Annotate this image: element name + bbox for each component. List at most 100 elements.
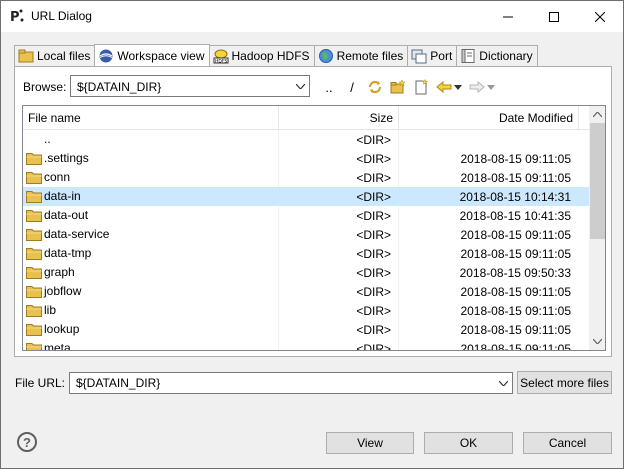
- date-modified-cell: 2018-08-15 09:11:05: [460, 323, 571, 337]
- file-name-cell: data-service: [26, 227, 109, 241]
- hdfs-icon: HDFS: [213, 49, 229, 64]
- file-size-cell: <DIR>: [356, 190, 391, 204]
- folder-icon: [26, 210, 42, 222]
- forward-arrow-icon: [469, 80, 485, 94]
- file-name-cell: .settings: [26, 151, 89, 165]
- table-header: File name Size Date Modified: [23, 106, 589, 130]
- table-row[interactable]: .. <DIR>: [23, 130, 589, 149]
- vertical-scrollbar[interactable]: [589, 106, 605, 350]
- folder-icon: [26, 153, 42, 165]
- file-name: graph: [44, 265, 75, 279]
- date-modified-cell: 2018-08-15 10:41:35: [459, 209, 571, 223]
- date-modified-cell: 2018-08-15 09:11:05: [460, 342, 571, 351]
- cancel-button[interactable]: Cancel: [523, 432, 612, 454]
- scrollbar-thumb[interactable]: [590, 123, 605, 239]
- file-name: conn: [44, 170, 71, 184]
- new-file-button[interactable]: [412, 78, 430, 96]
- scroll-down-icon[interactable]: [589, 333, 605, 350]
- date-modified-cell: 2018-08-15 09:50:33: [459, 266, 571, 280]
- back-history-dropdown[interactable]: [453, 78, 463, 96]
- close-button[interactable]: [577, 1, 623, 32]
- minimize-button[interactable]: [485, 1, 531, 32]
- table-row[interactable]: data-tmp <DIR> 2018-08-15 09:11:05: [23, 244, 589, 263]
- view-button[interactable]: View: [326, 432, 414, 454]
- root-dir-button[interactable]: /: [343, 78, 361, 96]
- file-name: data-in: [44, 189, 81, 203]
- table-row[interactable]: lookup <DIR> 2018-08-15 09:11:05: [23, 320, 589, 339]
- file-name: ..: [44, 132, 51, 146]
- file-size-cell: <DIR>: [356, 247, 391, 261]
- back-arrow-icon: [436, 80, 452, 94]
- date-modified-cell: 2018-08-15 09:11:05: [460, 228, 571, 242]
- forward-button[interactable]: [468, 78, 486, 96]
- file-name-cell: data-tmp: [26, 246, 91, 260]
- file-size-cell: <DIR>: [356, 171, 391, 185]
- back-button[interactable]: [435, 78, 453, 96]
- tab-local-files[interactable]: Local files: [14, 45, 96, 66]
- folder-icon: [26, 191, 42, 203]
- tab-hadoop-hdfs[interactable]: HDFS Hadoop HDFS: [208, 45, 315, 66]
- svg-text:P: P: [10, 10, 20, 24]
- folder-icon: [26, 229, 42, 241]
- file-url-label: File URL:: [15, 376, 66, 390]
- tab-dictionary[interactable]: Dictionary: [456, 45, 538, 66]
- scroll-up-icon[interactable]: [589, 106, 605, 123]
- folder-icon: [26, 267, 42, 279]
- file-table: File name Size Date Modified .. <DIR> .set…: [22, 105, 606, 351]
- browse-label: Browse:: [23, 80, 67, 94]
- file-name: jobflow: [44, 284, 82, 298]
- table-row[interactable]: data-in <DIR> 2018-08-15 10:14:31: [23, 187, 589, 206]
- file-name: .settings: [44, 151, 89, 165]
- browse-path-combo[interactable]: ${DATAIN_DIR}: [70, 75, 310, 97]
- file-size-cell: <DIR>: [356, 133, 391, 147]
- date-modified-cell: 2018-08-15 09:11:05: [460, 304, 571, 318]
- port-icon: [411, 49, 427, 64]
- table-row[interactable]: data-service <DIR> 2018-08-15 09:11:05: [23, 225, 589, 244]
- folder-icon: [26, 172, 42, 184]
- local-files-icon: [18, 49, 34, 63]
- date-modified-cell: 2018-08-15 10:14:31: [459, 190, 571, 204]
- chevron-down-icon[interactable]: [495, 373, 512, 393]
- dictionary-icon: [461, 49, 475, 63]
- browse-toolbar: .. /: [320, 77, 501, 97]
- file-name: data-out: [44, 208, 89, 222]
- table-row[interactable]: .settings <DIR> 2018-08-15 09:11:05: [23, 149, 589, 168]
- maximize-button[interactable]: [531, 1, 577, 32]
- folder-icon: [26, 324, 42, 336]
- table-row[interactable]: jobflow <DIR> 2018-08-15 09:11:05: [23, 282, 589, 301]
- table-row[interactable]: data-out <DIR> 2018-08-15 10:41:35: [23, 206, 589, 225]
- new-folder-button[interactable]: [389, 78, 407, 96]
- column-header-size[interactable]: Size: [283, 111, 393, 125]
- chevron-down-icon[interactable]: [292, 76, 309, 96]
- file-name: data-tmp: [44, 246, 92, 260]
- tab-workspace-view[interactable]: Workspace view: [94, 44, 210, 66]
- column-header-name[interactable]: File name: [28, 111, 81, 125]
- ok-button[interactable]: OK: [424, 432, 513, 454]
- close-icon: [595, 11, 605, 22]
- column-header-date[interactable]: Date Modified: [403, 111, 573, 125]
- refresh-button[interactable]: [366, 78, 384, 96]
- file-url-value: ${DATAIN_DIR}: [76, 376, 161, 390]
- title-bar: P URL Dialog: [1, 1, 623, 32]
- parent-dir-button[interactable]: ..: [320, 78, 338, 96]
- file-url-combo[interactable]: ${DATAIN_DIR}: [69, 372, 513, 394]
- file-name: data-service: [44, 227, 110, 241]
- table-row[interactable]: lib <DIR> 2018-08-15 09:11:05: [23, 301, 589, 320]
- date-modified-cell: 2018-08-15 09:11:05: [460, 285, 571, 299]
- tab-remote-files[interactable]: Remote files: [313, 45, 409, 66]
- help-icon[interactable]: ?: [17, 432, 37, 452]
- globe-icon: [318, 49, 333, 63]
- table-row[interactable]: meta <DIR> 2018-08-15 09:11:05: [23, 339, 589, 351]
- file-size-cell: <DIR>: [356, 209, 391, 223]
- select-more-files-button[interactable]: Select more files: [517, 371, 612, 394]
- table-row[interactable]: graph <DIR> 2018-08-15 09:50:33: [23, 263, 589, 282]
- workspace-icon: [99, 49, 113, 62]
- folder-icon: [26, 305, 42, 317]
- table-row[interactable]: conn <DIR> 2018-08-15 09:11:05: [23, 168, 589, 187]
- app-logo-icon: P: [10, 9, 24, 24]
- forward-history-dropdown[interactable]: [486, 78, 496, 96]
- tab-port[interactable]: Port: [407, 45, 458, 66]
- window-title: URL Dialog: [31, 9, 92, 23]
- file-name-cell: data-out: [26, 208, 88, 222]
- file-name-cell: graph: [26, 265, 75, 279]
